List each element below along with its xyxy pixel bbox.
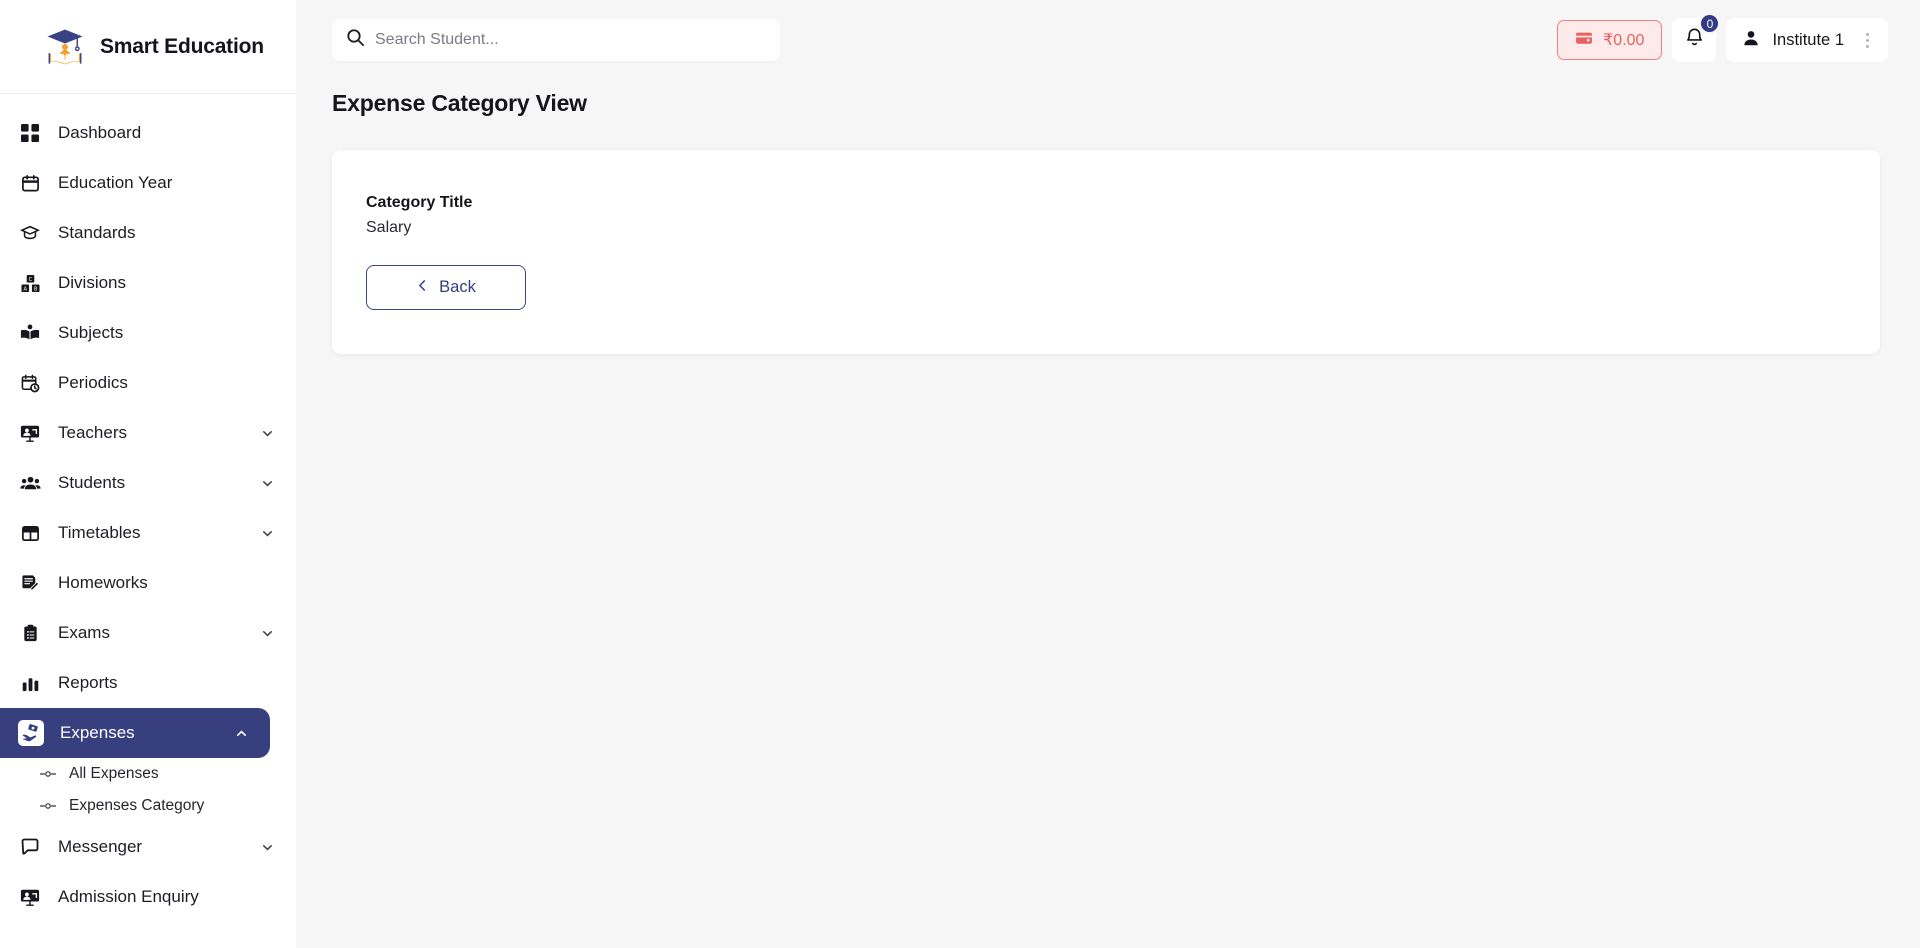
calendar-icon — [18, 171, 42, 195]
users-icon — [18, 471, 42, 495]
sidebar-subitem-label: Expenses Category — [69, 797, 205, 814]
sidebar-item-label: Standards — [58, 223, 136, 242]
sidebar-item-label: Exams — [58, 623, 110, 642]
bullet-icon — [40, 801, 56, 811]
grid-icon — [18, 121, 42, 145]
bullet-icon — [40, 769, 56, 779]
back-button-label: Back — [439, 278, 476, 296]
search-box[interactable] — [332, 19, 780, 61]
sidebar-item-expenses[interactable]: Expenses — [0, 708, 270, 758]
clipboard-icon — [18, 621, 42, 645]
chevron-down-icon — [260, 840, 274, 854]
graduation-cap-icon — [18, 221, 42, 245]
presentation-user-icon — [18, 421, 42, 445]
sidebar-item-teachers[interactable]: Teachers — [0, 408, 296, 458]
sidebar-item-timetables[interactable]: Timetables — [0, 508, 296, 558]
sidebar-item-homeworks[interactable]: Homeworks — [0, 558, 296, 608]
svg-text:A: A — [23, 286, 27, 292]
search-icon — [346, 28, 365, 52]
topbar: ₹0.00 0 Institute 1 — [296, 0, 1920, 80]
sidebar-subitem-label: All Expenses — [69, 765, 159, 782]
svg-text:C: C — [28, 277, 32, 283]
sidebar-item-standards[interactable]: Standards — [0, 208, 296, 258]
chevron-down-icon — [260, 476, 274, 490]
svg-text:B: B — [33, 286, 37, 292]
sidebar-item-messenger[interactable]: Messenger — [0, 822, 296, 872]
topbar-actions: ₹0.00 0 Institute 1 — [1557, 13, 1888, 62]
page-title: Expense Category View — [332, 90, 587, 116]
chevron-down-icon — [260, 526, 274, 540]
sidebar-item-label: Messenger — [58, 837, 143, 856]
user-menu[interactable]: Institute 1 — [1726, 18, 1888, 62]
chevron-up-icon — [234, 726, 248, 740]
sidebar-item-admission-enquiry[interactable]: Admission Enquiry — [0, 872, 296, 922]
main-content: ₹0.00 0 Institute 1 Expense Categor — [296, 0, 1920, 948]
sidebar-item-label: Dashboard — [58, 123, 142, 142]
sidebar: Smart Education Dashboard Education Year — [0, 0, 296, 948]
sidebar-nav: Dashboard Education Year Standards CAB D… — [0, 94, 296, 922]
sidebar-item-periodics[interactable]: Periodics — [0, 358, 296, 408]
sidebar-subitem-all-expenses[interactable]: All Expenses — [0, 758, 296, 790]
presentation-user-icon — [18, 885, 42, 909]
wallet-amount: ₹0.00 — [1603, 32, 1645, 49]
sidebar-item-label: Timetables — [58, 523, 141, 542]
wallet-balance-button[interactable]: ₹0.00 — [1557, 20, 1663, 60]
notifications-button[interactable]: 0 — [1672, 13, 1721, 62]
brand-name: Smart Education — [100, 34, 264, 58]
sidebar-subitem-expenses-category[interactable]: Expenses Category — [0, 790, 296, 822]
sidebar-item-exams[interactable]: Exams — [0, 608, 296, 658]
chevron-down-icon — [260, 426, 274, 440]
table-icon — [18, 521, 42, 545]
chevron-down-icon — [260, 626, 274, 640]
category-title-label: Category Title — [366, 194, 473, 211]
user-name: Institute 1 — [1772, 30, 1844, 49]
calendar-clock-icon — [18, 371, 42, 395]
sidebar-item-reports[interactable]: Reports — [0, 658, 296, 708]
sidebar-item-label: Reports — [58, 673, 118, 692]
sidebar-item-label: Subjects — [58, 323, 124, 342]
sidebar-item-label: Expenses — [60, 723, 135, 742]
sidebar-item-label: Periodics — [58, 373, 128, 392]
back-button[interactable]: Back — [366, 265, 526, 310]
money-hand-icon — [18, 720, 44, 746]
sidebar-item-dashboard[interactable]: Dashboard — [0, 108, 296, 158]
sidebar-item-education-year[interactable]: Education Year — [0, 158, 296, 208]
chevron-left-icon — [416, 278, 429, 297]
open-book-icon — [18, 321, 42, 345]
kebab-menu-icon[interactable] — [1856, 25, 1878, 55]
chat-icon — [18, 835, 42, 859]
sidebar-item-label: Teachers — [58, 423, 127, 442]
sidebar-item-label: Students — [58, 473, 126, 492]
sidebar-item-subjects[interactable]: Subjects — [0, 308, 296, 358]
search-input[interactable] — [375, 31, 766, 49]
sidebar-item-students[interactable]: Students — [0, 458, 296, 508]
bar-chart-icon — [18, 671, 42, 695]
user-icon — [1742, 29, 1760, 52]
brand[interactable]: Smart Education — [0, 0, 296, 94]
sidebar-item-divisions[interactable]: CAB Divisions — [0, 258, 296, 308]
notification-count-badge: 0 — [1699, 13, 1721, 34]
category-title-value: Salary — [366, 219, 412, 236]
note-edit-icon — [18, 571, 42, 595]
sidebar-item-label: Education Year — [58, 173, 173, 192]
expense-category-card: Category Title Salary Back — [332, 150, 1880, 354]
sidebar-item-label: Divisions — [58, 273, 127, 292]
app-root: Smart Education Dashboard Education Year — [0, 0, 1920, 948]
sidebar-item-label: Homeworks — [58, 573, 148, 592]
blocks-icon: CAB — [18, 271, 42, 295]
sidebar-item-label: Admission Enquiry — [58, 887, 199, 906]
smart-education-logo-icon — [44, 26, 86, 68]
wallet-icon — [1575, 29, 1593, 52]
